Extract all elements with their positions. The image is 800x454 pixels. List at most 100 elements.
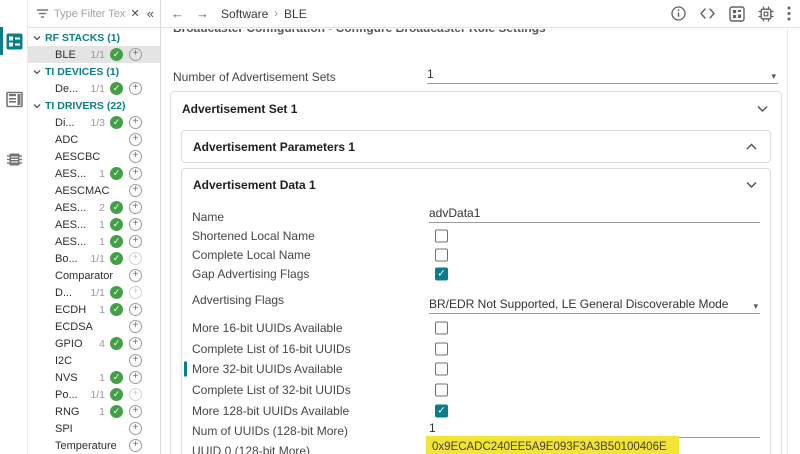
- chevron-down-icon[interactable]: [757, 106, 768, 113]
- checkbox[interactable]: ✓: [435, 404, 448, 417]
- tree-item[interactable]: AES... 1 ✓ +: [28, 165, 160, 182]
- add-module-button[interactable]: +: [129, 303, 142, 316]
- nav-device-view[interactable]: [0, 147, 28, 171]
- add-module-button[interactable]: +: [129, 150, 142, 163]
- code-view-icon[interactable]: [699, 7, 716, 20]
- tree-item[interactable]: I2C +: [28, 352, 160, 369]
- adv-set-header[interactable]: Advertisement Set 1: [171, 92, 781, 126]
- tree-item[interactable]: BLE 1/1 ✓ +: [28, 46, 160, 63]
- tree-item-label: BLE: [55, 49, 76, 61]
- highlighted-value: 0x9ECADC240EE5A9E093F3A3B50100406E: [426, 436, 679, 454]
- add-module-button[interactable]: +: [129, 235, 142, 248]
- add-module-button[interactable]: +: [129, 439, 142, 452]
- card-title: Advertisement Data 1: [193, 178, 316, 192]
- clear-filter-button[interactable]: ✕: [131, 7, 140, 20]
- form-row: More 32-bit UUIDs Available: [182, 359, 770, 379]
- add-module-button[interactable]: +: [129, 422, 142, 435]
- checkbox[interactable]: [435, 321, 448, 334]
- add-module-button[interactable]: +: [129, 218, 142, 231]
- add-module-button[interactable]: +: [129, 371, 142, 384]
- adv-params-header[interactable]: Advertisement Parameters 1: [182, 131, 770, 163]
- add-module-button[interactable]: +: [129, 269, 142, 282]
- add-module-button[interactable]: +: [129, 337, 142, 350]
- tree-item[interactable]: Temperature +: [28, 437, 160, 454]
- add-module-button[interactable]: +: [129, 286, 142, 299]
- field-label: Shortened Local Name: [192, 229, 315, 243]
- tree-item-label: AES...: [55, 236, 86, 248]
- tree-item[interactable]: ADC +: [28, 131, 160, 148]
- add-module-button[interactable]: +: [129, 320, 142, 333]
- tree-item[interactable]: De... 1/1 ✓ +: [28, 80, 160, 97]
- add-module-button[interactable]: +: [129, 48, 142, 61]
- tree-item-label: D...: [55, 287, 72, 299]
- chevron-down-icon[interactable]: [746, 182, 757, 189]
- info-icon[interactable]: [671, 6, 686, 21]
- checkbox[interactable]: [435, 363, 448, 376]
- tree-item[interactable]: SPI +: [28, 420, 160, 437]
- back-button[interactable]: ←: [171, 6, 184, 21]
- field-value-area: [429, 226, 760, 245]
- tree-category[interactable]: RF STACKS (1): [28, 29, 160, 46]
- tree-item[interactable]: AES... 1 ✓ +: [28, 233, 160, 250]
- forward-button[interactable]: →: [196, 6, 209, 21]
- num-adv-sets-select[interactable]: 1 ▾: [427, 65, 778, 84]
- add-module-button[interactable]: +: [129, 354, 142, 367]
- dropdown-caret-icon: ▾: [753, 301, 758, 312]
- tree-item[interactable]: AESCBC +: [28, 148, 160, 165]
- device-view-icon[interactable]: [758, 6, 774, 22]
- more-menu-icon[interactable]: [787, 6, 791, 21]
- tree-category-label: RF STACKS (1): [45, 32, 120, 44]
- field-value-area[interactable]: advData1: [429, 207, 760, 223]
- add-module-button[interactable]: +: [129, 184, 142, 197]
- tree-item[interactable]: GPIO 4 ✓ +: [28, 335, 160, 352]
- add-module-button[interactable]: +: [129, 133, 142, 146]
- tree-item[interactable]: AES... 1 ✓ +: [28, 216, 160, 233]
- collapse-panel-button[interactable]: «: [147, 6, 154, 21]
- tree-item[interactable]: AES... 2 ✓ +: [28, 199, 160, 216]
- field-label: Name: [192, 210, 224, 224]
- tree-category-label: TI DEVICES (1): [45, 66, 119, 78]
- tree-item[interactable]: ECDSA +: [28, 318, 160, 335]
- check-circle-icon: ✓: [110, 235, 123, 248]
- checkbox[interactable]: ✓: [435, 267, 448, 280]
- form-row: UUID 0 (128-bit More) 0x9ECADC240EE5A9E0…: [182, 441, 770, 454]
- check-circle-icon: ✓: [110, 48, 123, 61]
- tree-item[interactable]: Di... 1/3 ✓ +: [28, 114, 160, 131]
- add-module-button[interactable]: +: [129, 388, 142, 401]
- tree-item[interactable]: ECDH 1 ✓ +: [28, 301, 160, 318]
- add-module-button[interactable]: +: [129, 116, 142, 129]
- field-value-area[interactable]: 0x9ECADC240EE5A9E093F3A3B50100406E: [429, 442, 760, 454]
- tree-item[interactable]: RNG 1 ✓ +: [28, 403, 160, 420]
- checkbox[interactable]: [435, 383, 448, 396]
- add-module-button[interactable]: +: [129, 252, 142, 265]
- configuration-icon: [6, 33, 23, 50]
- check-circle-icon: ✓: [110, 303, 123, 316]
- field-value-area[interactable]: BR/EDR Not Supported, LE General Discove…: [429, 295, 760, 314]
- tree-category[interactable]: TI DRIVERS (22): [28, 97, 160, 114]
- tree-item[interactable]: NVS 1 ✓ +: [28, 369, 160, 386]
- adv-data-header[interactable]: Advertisement Data 1: [182, 169, 770, 201]
- filter-input[interactable]: Type Filter Text: [54, 8, 126, 20]
- chevron-up-icon[interactable]: [746, 144, 757, 151]
- breadcrumb-item-software[interactable]: Software: [221, 7, 268, 21]
- tree-item[interactable]: AESCMAC +: [28, 182, 160, 199]
- tree-item[interactable]: Po... 1/1 ✓ +: [28, 386, 160, 403]
- add-module-button[interactable]: +: [129, 82, 142, 95]
- tree-category[interactable]: TI DEVICES (1): [28, 63, 160, 80]
- nav-board-view[interactable]: [0, 87, 28, 111]
- scrollbar-track[interactable]: [787, 29, 800, 454]
- field-value-area: [429, 245, 760, 264]
- board-view-icon[interactable]: [729, 6, 745, 22]
- tree-item[interactable]: Bo... 1/1 ✓ +: [28, 250, 160, 267]
- activity-bar: [0, 0, 28, 454]
- breadcrumb-item-ble[interactable]: BLE: [284, 7, 307, 21]
- add-module-button[interactable]: +: [129, 405, 142, 418]
- checkbox[interactable]: [435, 229, 448, 242]
- nav-configuration-view[interactable]: [0, 29, 28, 53]
- checkbox[interactable]: [435, 342, 448, 355]
- tree-item[interactable]: Comparator +: [28, 267, 160, 284]
- add-module-button[interactable]: +: [129, 201, 142, 214]
- tree-item[interactable]: D... 1/1 ✓ +: [28, 284, 160, 301]
- checkbox[interactable]: [435, 248, 448, 261]
- add-module-button[interactable]: +: [129, 167, 142, 180]
